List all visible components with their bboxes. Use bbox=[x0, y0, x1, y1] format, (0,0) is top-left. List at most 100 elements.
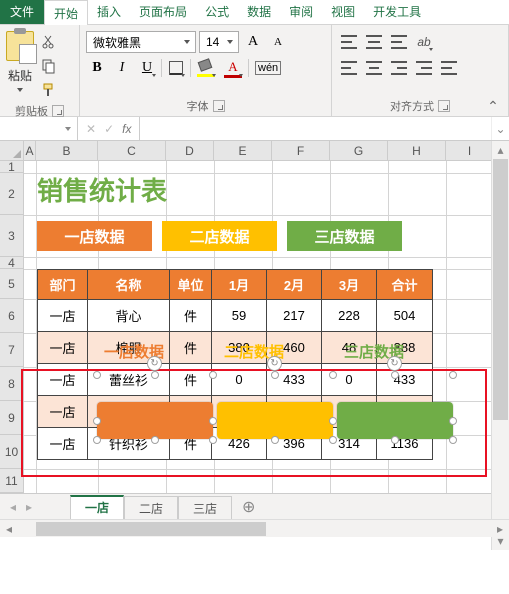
paste-dropdown-icon[interactable] bbox=[17, 88, 23, 92]
sheet-tab-3[interactable]: 三店 bbox=[178, 496, 232, 520]
rotate-handle-icon[interactable]: ↻ bbox=[387, 356, 402, 371]
row-header[interactable]: 4 bbox=[0, 257, 24, 269]
selection-handle[interactable] bbox=[93, 417, 101, 425]
phonetic-button[interactable]: wén bbox=[252, 57, 284, 79]
font-color-button[interactable]: A bbox=[221, 57, 245, 79]
formula-expand-button[interactable]: ⌄ bbox=[491, 117, 509, 140]
fill-color-button[interactable] bbox=[194, 57, 218, 79]
selection-handle[interactable] bbox=[449, 371, 457, 379]
selection-handle[interactable] bbox=[329, 436, 337, 444]
row-header[interactable]: 7 bbox=[0, 333, 24, 367]
col-header[interactable]: I bbox=[446, 141, 494, 160]
sheet-tab-1[interactable]: 一店 bbox=[70, 495, 124, 520]
grow-font-button[interactable]: A bbox=[242, 31, 264, 53]
rotate-handle-icon[interactable]: ↻ bbox=[267, 356, 282, 371]
align-top-button[interactable] bbox=[338, 31, 360, 53]
selection-handle[interactable] bbox=[93, 371, 101, 379]
collapse-ribbon-button[interactable]: ⌃ bbox=[483, 98, 503, 114]
align-middle-button[interactable] bbox=[363, 31, 385, 53]
tab-review[interactable]: 审阅 bbox=[280, 0, 322, 24]
row-header[interactable]: 10 bbox=[0, 435, 24, 469]
scroll-thumb[interactable] bbox=[36, 522, 266, 536]
row-header[interactable]: 1 bbox=[0, 161, 24, 173]
row-header[interactable]: 2 bbox=[0, 173, 24, 215]
increase-indent-button[interactable] bbox=[438, 57, 460, 79]
selection-handle[interactable] bbox=[151, 371, 159, 379]
align-right-button[interactable] bbox=[388, 57, 410, 79]
horizontal-scrollbar[interactable]: ◂ ▸ bbox=[0, 519, 509, 537]
selection-handle[interactable] bbox=[151, 436, 159, 444]
col-header[interactable]: G bbox=[330, 141, 388, 160]
col-header[interactable]: H bbox=[388, 141, 446, 160]
selection-handle[interactable] bbox=[271, 371, 279, 379]
tab-formulas[interactable]: 公式 bbox=[196, 0, 238, 24]
formula-input[interactable] bbox=[140, 117, 491, 140]
select-all-corner[interactable] bbox=[0, 141, 24, 160]
scroll-right-icon[interactable]: ▸ bbox=[491, 522, 509, 536]
copy-button[interactable] bbox=[38, 55, 60, 77]
col-header[interactable]: A bbox=[24, 141, 36, 160]
tab-data[interactable]: 数据 bbox=[238, 0, 280, 24]
fx-icon[interactable]: fx bbox=[122, 122, 131, 136]
tab-view[interactable]: 视图 bbox=[322, 0, 364, 24]
selection-handle[interactable] bbox=[209, 371, 217, 379]
sheet-nav-prev-icon[interactable]: ◂ bbox=[10, 500, 16, 514]
row-header[interactable]: 5 bbox=[0, 269, 24, 299]
cut-button[interactable] bbox=[38, 31, 60, 53]
tab-file[interactable]: 文件 bbox=[0, 0, 44, 24]
underline-button[interactable]: U bbox=[136, 57, 158, 79]
selection-handle[interactable] bbox=[209, 436, 217, 444]
shape-store1[interactable] bbox=[97, 402, 213, 439]
col-header[interactable]: F bbox=[272, 141, 330, 160]
selection-handle[interactable] bbox=[391, 371, 399, 379]
font-launcher-icon[interactable] bbox=[213, 100, 225, 112]
col-header[interactable]: B bbox=[36, 141, 98, 160]
selection-handle[interactable] bbox=[271, 436, 279, 444]
shape-store2[interactable] bbox=[217, 402, 333, 439]
selection-handle[interactable] bbox=[329, 371, 337, 379]
align-bottom-button[interactable] bbox=[388, 31, 410, 53]
row-header[interactable]: 8 bbox=[0, 367, 24, 401]
row-header[interactable]: 11 bbox=[0, 469, 24, 493]
sheet-nav-next-icon[interactable]: ▸ bbox=[26, 500, 32, 514]
scroll-up-icon[interactable]: ▴ bbox=[492, 141, 509, 159]
row-header[interactable]: 6 bbox=[0, 299, 24, 333]
orientation-button[interactable]: ab bbox=[413, 31, 435, 53]
sheet-tab-2[interactable]: 二店 bbox=[124, 496, 178, 520]
italic-button[interactable]: I bbox=[111, 57, 133, 79]
rotate-handle-icon[interactable]: ↻ bbox=[147, 356, 162, 371]
selection-handle[interactable] bbox=[93, 436, 101, 444]
col-header[interactable]: C bbox=[98, 141, 166, 160]
font-name-combo[interactable]: 微软雅黑 bbox=[86, 31, 196, 53]
shrink-font-button[interactable]: A bbox=[267, 31, 289, 53]
add-sheet-button[interactable]: ⊕ bbox=[232, 497, 265, 517]
tab-insert[interactable]: 插入 bbox=[88, 0, 130, 24]
selection-handle[interactable] bbox=[209, 417, 217, 425]
selection-handle[interactable] bbox=[391, 436, 399, 444]
vertical-scrollbar[interactable]: ▴ ▾ bbox=[491, 141, 509, 550]
scroll-thumb[interactable] bbox=[493, 159, 508, 420]
col-header[interactable]: D bbox=[166, 141, 214, 160]
cells-area[interactable]: 销售统计表 一店数据 二店数据 三店数据 部门 名称 单位 1月 2月 3月 合… bbox=[24, 161, 509, 493]
clipboard-launcher-icon[interactable] bbox=[52, 105, 64, 117]
tab-home[interactable]: 开始 bbox=[44, 0, 88, 25]
selection-handle[interactable] bbox=[329, 417, 337, 425]
selection-handle[interactable] bbox=[449, 436, 457, 444]
align-left-button[interactable] bbox=[338, 57, 360, 79]
decrease-indent-button[interactable] bbox=[413, 57, 435, 79]
shape-store3[interactable] bbox=[337, 402, 453, 439]
col-header[interactable]: E bbox=[214, 141, 272, 160]
font-size-combo[interactable]: 14 bbox=[199, 31, 239, 53]
bold-button[interactable]: B bbox=[86, 57, 108, 79]
name-box[interactable] bbox=[0, 117, 78, 140]
tab-page-layout[interactable]: 页面布局 bbox=[130, 0, 196, 24]
row-header[interactable]: 3 bbox=[0, 215, 24, 257]
row-header[interactable]: 9 bbox=[0, 401, 24, 435]
scroll-left-icon[interactable]: ◂ bbox=[0, 522, 18, 536]
tab-developer[interactable]: 开发工具 bbox=[364, 0, 430, 24]
borders-button[interactable] bbox=[165, 57, 187, 79]
paste-button[interactable]: 粘贴 bbox=[6, 31, 34, 101]
align-center-button[interactable] bbox=[363, 57, 385, 79]
format-painter-button[interactable] bbox=[38, 79, 60, 101]
align-launcher-icon[interactable] bbox=[438, 100, 450, 112]
